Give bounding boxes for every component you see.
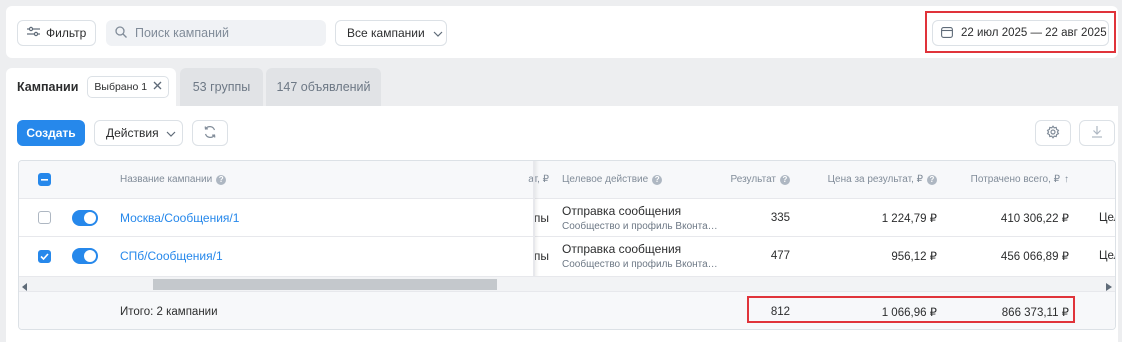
download-button[interactable] <box>1079 120 1115 146</box>
table-header: Название кампании ? ат, ₽ Целевое действ… <box>19 161 1115 199</box>
totals-highlight <box>747 296 1075 323</box>
calendar-icon <box>941 26 953 41</box>
tab-ads[interactable]: 147 объявлений <box>266 68 381 106</box>
gear-icon <box>1046 124 1060 142</box>
target-action-cell: Отправка сообщения Сообщество и профиль … <box>562 199 718 236</box>
selected-chip: Выбрано 1 <box>87 76 170 98</box>
spent-cell: 410 306,22 ₽ <box>1000 212 1069 225</box>
row-checkbox-cell[interactable] <box>38 199 51 236</box>
next-col-cell: Цел <box>1099 211 1115 224</box>
tab-campaigns-label: Кампании <box>17 80 79 94</box>
row-toggle-cell[interactable] <box>72 237 98 275</box>
close-icon[interactable] <box>153 81 162 93</box>
result-cell: 335 <box>770 211 790 224</box>
filter-button[interactable]: Фильтр <box>17 20 96 46</box>
price-cell: 1 224,79 ₽ <box>881 212 937 225</box>
selected-chip-label: Выбрано 1 <box>94 81 148 93</box>
help-icon[interactable]: ? <box>216 174 227 185</box>
tab-groups-label: 53 группы <box>192 80 251 94</box>
campaign-select-value: Все кампании <box>347 26 425 40</box>
tab-groups[interactable]: 53 группы <box>180 68 263 106</box>
header-target-action[interactable]: Целевое действие ? <box>562 161 663 198</box>
campaign-name-link[interactable]: СПб/Сообщения/1 <box>120 237 223 275</box>
header-target-action-label: Целевое действие <box>562 174 649 185</box>
result-cell: 477 <box>770 250 790 262</box>
row-checkbox-cell[interactable] <box>38 237 51 275</box>
search-icon <box>115 25 127 41</box>
tab-ads-label: 147 объявлений <box>276 80 371 94</box>
header-result-label: Результат <box>730 174 776 185</box>
download-icon <box>1091 125 1103 141</box>
search-field[interactable] <box>106 20 326 46</box>
search-input[interactable] <box>135 26 315 40</box>
next-col-cell: Цел <box>1099 250 1115 262</box>
select-all-checkbox[interactable] <box>38 173 51 186</box>
horizontal-scrollbar[interactable] <box>19 276 1115 292</box>
settings-button[interactable] <box>1035 120 1071 146</box>
totals-label: Итого: 2 кампании <box>120 305 218 318</box>
target-action-sub: Сообщество и профиль Вконта… <box>562 220 718 232</box>
row-checkbox[interactable] <box>38 249 51 263</box>
tab-campaigns[interactable]: Кампании Выбрано 1 <box>6 68 176 106</box>
refresh-icon <box>203 125 217 142</box>
chevron-down-icon <box>433 26 443 40</box>
spent-cell: 456 066,89 ₽ <box>1000 251 1069 263</box>
price-cell: 956,12 ₽ <box>891 251 937 263</box>
help-icon[interactable]: ? <box>652 174 663 185</box>
top-bar: Фильтр Все кампании 22 июл 2025 — 22 авг… <box>6 6 1118 58</box>
campaign-toggle[interactable] <box>72 248 98 264</box>
header-price[interactable]: Цена за результат, ₽ ? <box>809 161 937 198</box>
table-row[interactable]: Москва/Сообщения/1 пы Отправка сообщения… <box>19 199 1115 237</box>
date-range-picker[interactable]: 22 июл 2025 — 22 авг 2025 <box>932 20 1109 46</box>
header-price-label: Цена за результат, ₽ <box>827 174 923 185</box>
create-button[interactable]: Создать <box>17 120 85 146</box>
target-action-text: Отправка сообщения <box>562 203 682 218</box>
actions-label: Действия <box>106 126 159 140</box>
header-spent[interactable]: Потрачено всего, ₽ ↑ <box>949 161 1069 198</box>
scrollbar-thumb[interactable] <box>153 279 497 290</box>
table-row[interactable]: СПб/Сообщения/1 пы Отправка сообщения Со… <box>19 237 1115 275</box>
date-range-label: 22 июл 2025 — 22 авг 2025 <box>961 27 1107 39</box>
frozen-column-shadow <box>535 161 539 276</box>
header-name-label: Название кампании <box>120 174 213 185</box>
campaign-select[interactable]: Все кампании <box>335 20 447 46</box>
help-icon[interactable]: ? <box>780 174 790 185</box>
actions-dropdown[interactable]: Действия <box>94 120 183 146</box>
row-checkbox[interactable] <box>38 211 51 224</box>
target-action-text: Отправка сообщения <box>562 242 682 256</box>
campaign-toggle[interactable] <box>72 209 98 226</box>
target-action-cell: Отправка сообщения Сообщество и профиль … <box>562 237 718 275</box>
filter-label: Фильтр <box>46 26 87 40</box>
sort-arrow-icon: ↑ <box>1064 174 1069 185</box>
chevron-down-icon <box>166 126 176 140</box>
header-name[interactable]: Название кампании ? <box>120 161 227 198</box>
header-result[interactable]: Результат ? <box>709 161 790 198</box>
help-icon[interactable]: ? <box>927 174 937 185</box>
select-all-cell[interactable] <box>38 161 51 198</box>
header-spent-label: Потрачено всего, ₽ <box>970 174 1060 185</box>
campaign-name-link[interactable]: Москва/Сообщения/1 <box>120 199 239 236</box>
sliders-icon <box>27 26 40 40</box>
target-action-sub: Сообщество и профиль Вконта… <box>562 259 718 270</box>
row-toggle-cell[interactable] <box>72 199 98 236</box>
refresh-button[interactable] <box>192 120 228 146</box>
